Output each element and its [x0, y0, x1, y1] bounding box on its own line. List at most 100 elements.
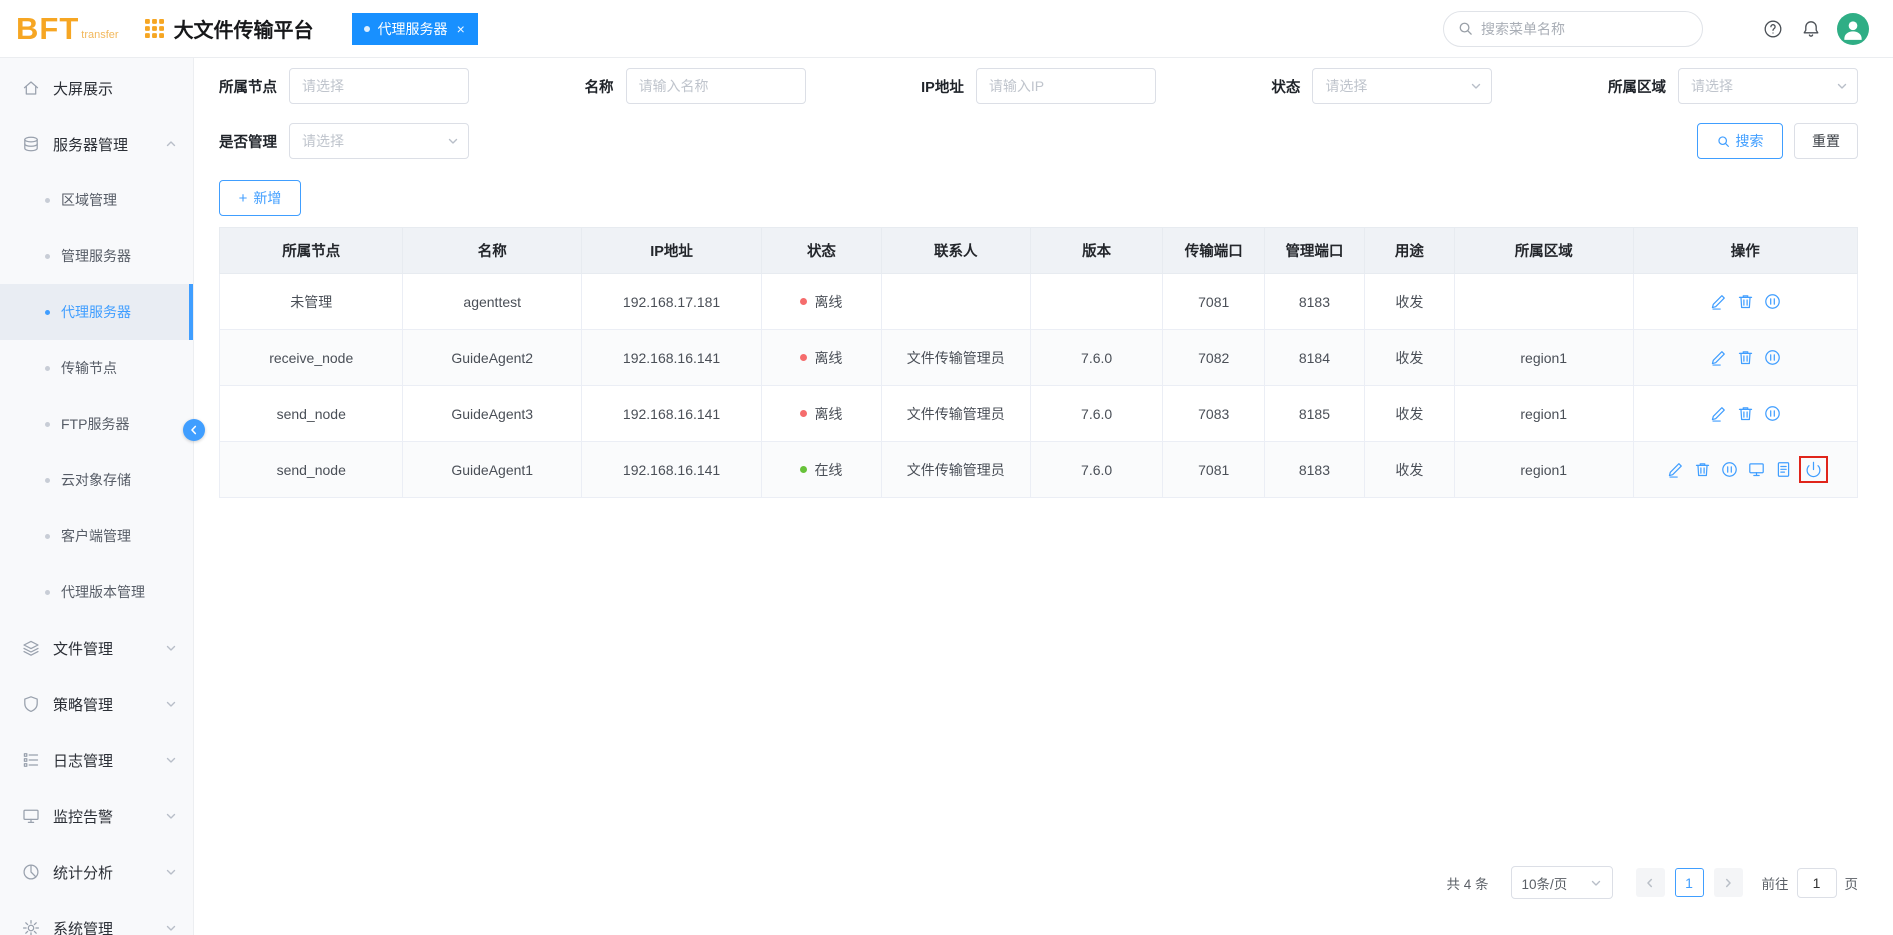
sidebar-menu: 大屏展示 服务器管理区域管理管理服务器代理服务器传输节点 FTP服务器云对象存储客户…	[0, 60, 193, 935]
status-text: 离线	[814, 349, 843, 366]
sidebar-item-cloud-object-storage[interactable]: 云对象存储	[0, 452, 193, 508]
menu-search[interactable]	[1443, 10, 1703, 47]
filter-node-input[interactable]	[290, 78, 468, 94]
total-count: 共 4 条	[1446, 876, 1489, 892]
filter-managed-select[interactable]	[289, 123, 469, 159]
filter-region-select[interactable]	[1677, 68, 1858, 104]
filter-row-2: 是否管理 搜索 重置	[219, 123, 1858, 159]
help-icon[interactable]	[1763, 19, 1783, 39]
filter-name: 名称	[585, 68, 806, 104]
filter-status-label: 状态	[1271, 79, 1301, 96]
sidebar-item-server-management[interactable]: 服务器管理	[0, 116, 193, 172]
filter-managed-input[interactable]	[290, 133, 468, 149]
tab-proxy-server[interactable]: 代理服务器 ×	[351, 12, 478, 45]
sidebar-item-proxy-server[interactable]: 代理服务器	[0, 284, 193, 340]
sidebar-item-label: 云对象存储	[61, 472, 131, 488]
pause-action-icon[interactable]	[1764, 349, 1781, 366]
edit-action-icon[interactable]	[1667, 461, 1684, 478]
delete-action-icon[interactable]	[1737, 405, 1754, 422]
menu-search-input[interactable]	[1481, 20, 1688, 37]
cell-contact	[880, 273, 1031, 330]
sidebar-item-region-management[interactable]: 区域管理	[0, 172, 193, 228]
filter-name-input[interactable]	[625, 68, 806, 104]
sidebar-item-label: 区域管理	[61, 192, 117, 208]
filter-status: 状态	[1271, 68, 1493, 104]
logo-subtext: transfer	[81, 29, 119, 41]
filter-status-select[interactable]	[1312, 68, 1493, 104]
sidebar-item-client-management[interactable]: 客户端管理	[0, 508, 193, 564]
pause-action-icon[interactable]	[1721, 461, 1738, 478]
user-avatar[interactable]	[1837, 12, 1869, 45]
page-1-button[interactable]: 1	[1674, 868, 1704, 897]
sidebar-item-dashboard[interactable]: 大屏展示	[0, 60, 193, 116]
prev-page-button[interactable]	[1635, 868, 1665, 897]
log-action-icon[interactable]	[1775, 461, 1792, 478]
sidebar-item-label: 系统管理	[53, 920, 114, 935]
sidebar-item-policy-management[interactable]: 策略管理	[0, 676, 193, 732]
edit-action-icon[interactable]	[1710, 405, 1727, 423]
sidebar-item-system-management[interactable]: 系统管理	[0, 900, 193, 935]
sidebar-item-transfer-node[interactable]: 传输节点	[0, 340, 193, 396]
pagination: 共 4 条 10条/页 1 前往 页	[219, 866, 1858, 899]
cell-node: 未管理	[218, 273, 404, 330]
sidebar-item-monitor-alert[interactable]: 监控告警	[0, 788, 193, 844]
bell-icon[interactable]	[1801, 19, 1821, 39]
app-title: 大文件传输平台	[173, 20, 314, 42]
delete-action-icon[interactable]	[1737, 349, 1754, 366]
bft-logo[interactable]: BFT transfer	[16, 13, 119, 44]
add-button[interactable]: + 新增	[219, 180, 301, 216]
sidebar-item-management-server[interactable]: 管理服务器	[0, 228, 193, 284]
search-button[interactable]: 搜索	[1697, 123, 1783, 159]
app-grid-icon[interactable]	[144, 19, 164, 38]
filter-ip-input[interactable]	[976, 78, 1155, 94]
sidebar-item-label: 监控告警	[53, 808, 114, 826]
goto-page-input[interactable]	[1796, 867, 1837, 898]
cell-status: 离线	[761, 385, 882, 442]
sidebar-collapse-button[interactable]	[183, 419, 205, 441]
sidebar-item-label: 策略管理	[53, 696, 114, 714]
cell-contact: 文件传输管理员	[880, 441, 1031, 498]
column-header: 用途	[1363, 227, 1455, 274]
proxy-server-table: 所属节点 名称 IP地址 状态 联系人 版本 传输端口 管理端口 用途 所属区域 操作 未管理 age…	[218, 227, 1858, 498]
filter-node: 所属节点	[219, 68, 469, 104]
column-header: 所属区域	[1453, 227, 1634, 274]
sidebar-item-log-management[interactable]: 日志管理	[0, 732, 193, 788]
filter-region-input[interactable]	[1678, 78, 1857, 94]
cell-name: GuideAgent3	[402, 385, 582, 442]
filter-status-input[interactable]	[1313, 78, 1492, 94]
next-page-button[interactable]	[1713, 868, 1743, 897]
sidebar-item-label: 文件管理	[53, 640, 114, 658]
filter-node-select[interactable]	[289, 68, 469, 104]
pause-action-icon[interactable]	[1764, 293, 1781, 310]
power-action-icon[interactable]	[1805, 461, 1822, 478]
edit-action-icon[interactable]	[1710, 293, 1727, 311]
filter-name-input[interactable]	[626, 78, 805, 94]
pause-action-icon[interactable]	[1764, 405, 1781, 422]
column-header: 名称	[402, 227, 582, 274]
sidebar-item-file-management[interactable]: 文件管理	[0, 620, 193, 676]
cell-status: 在线	[761, 441, 882, 498]
filter-row-2-fields: 是否管理	[219, 123, 469, 159]
cell-node: send_node	[218, 441, 404, 498]
sidebar-item-agent-version-management[interactable]: 代理版本管理	[0, 564, 193, 620]
page-size-select[interactable]: 10条/页	[1510, 866, 1613, 899]
filter-managed-label: 是否管理	[219, 134, 277, 151]
sidebar-item-stats-analysis[interactable]: 统计分析	[0, 844, 193, 900]
chevron-up-icon	[165, 138, 177, 150]
tab-close-icon[interactable]: ×	[456, 21, 466, 37]
reset-button[interactable]: 重置	[1794, 123, 1858, 159]
sidebar-item-label: 日志管理	[53, 752, 114, 770]
chart-icon	[22, 863, 40, 881]
sidebar-item-label: 代理服务器	[61, 304, 131, 320]
cell-usage: 收发	[1363, 273, 1455, 330]
sidebar-item-ftp-server[interactable]: FTP服务器	[0, 396, 193, 452]
edit-action-icon[interactable]	[1710, 349, 1727, 367]
delete-action-icon[interactable]	[1694, 461, 1711, 478]
delete-action-icon[interactable]	[1737, 293, 1754, 310]
sidebar-item-label: 代理版本管理	[61, 584, 145, 600]
cell-transfer-port: 7081	[1162, 441, 1265, 498]
monitor-action-icon[interactable]	[1748, 461, 1765, 478]
bullet-dot-icon	[45, 197, 50, 203]
filter-ip-input[interactable]	[975, 68, 1156, 104]
bullet-dot-icon	[45, 477, 50, 483]
